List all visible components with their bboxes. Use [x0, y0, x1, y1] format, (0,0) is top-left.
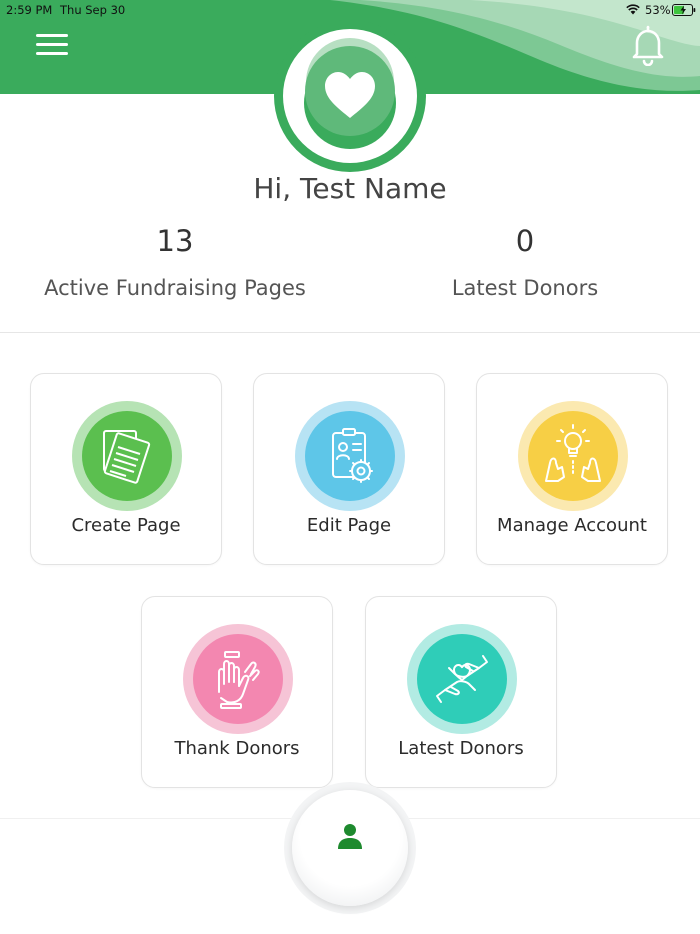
latest-donors-card[interactable]: Latest Donors: [365, 596, 557, 788]
battery-icon: [672, 4, 696, 16]
manage-account-card[interactable]: Manage Account: [476, 373, 668, 565]
stat-active-pages: 13 Active Fundraising Pages: [0, 224, 350, 300]
status-date: Thu Sep 30: [60, 3, 126, 17]
heart-icon: [304, 38, 396, 149]
card-icon-ring: [72, 401, 182, 511]
status-time: 2:59 PM: [6, 3, 53, 17]
app-logo: [274, 20, 426, 172]
stat-label: Active Fundraising Pages: [44, 276, 306, 300]
wifi-icon: [626, 4, 640, 15]
bell-icon: [632, 25, 664, 67]
create-page-card[interactable]: Create Page: [30, 373, 222, 565]
hamburger-menu-icon: [36, 34, 68, 55]
notifications-button[interactable]: [628, 24, 668, 67]
stat-value: 0: [515, 224, 535, 258]
card-label: Manage Account: [497, 515, 647, 536]
card-label: Thank Donors: [174, 738, 300, 759]
card-icon-circle: [305, 411, 395, 501]
menu-button[interactable]: [34, 30, 72, 60]
clasped-hands-icon: [218, 651, 260, 709]
stat-latest-donors: 0 Latest Donors: [350, 224, 700, 300]
card-icon-ring: [295, 401, 405, 511]
card-label: Edit Page: [306, 515, 392, 536]
card-icon-ring: [407, 624, 517, 734]
user-icon: [338, 824, 362, 849]
app-logo-inner: [283, 29, 417, 163]
card-icon-circle: [528, 411, 618, 501]
document-pages-icon: [103, 430, 151, 484]
edit-page-card[interactable]: Edit Page: [253, 373, 445, 565]
card-icon-ring: [518, 401, 628, 511]
status-bar: 2:59 PM Thu Sep 30 53%: [0, 0, 700, 20]
heart-hands-icon: [436, 655, 488, 703]
clipboard-gear-icon: [332, 428, 373, 483]
profile-button[interactable]: [292, 790, 408, 906]
card-icon-circle: [417, 634, 507, 724]
thank-donors-card[interactable]: Thank Donors: [141, 596, 333, 788]
stat-value: 13: [156, 224, 194, 258]
greeting-text: Hi, Test Name: [253, 172, 447, 205]
lightbulb-hands-icon: [545, 424, 601, 482]
section-divider: [0, 332, 700, 333]
card-icon-circle: [82, 411, 172, 501]
card-icon-ring: [183, 624, 293, 734]
card-icon-circle: [193, 634, 283, 724]
battery-percent: 53%: [645, 3, 671, 17]
card-label: Create Page: [71, 515, 181, 536]
card-label: Latest Donors: [398, 738, 524, 759]
stat-label: Latest Donors: [451, 276, 599, 300]
